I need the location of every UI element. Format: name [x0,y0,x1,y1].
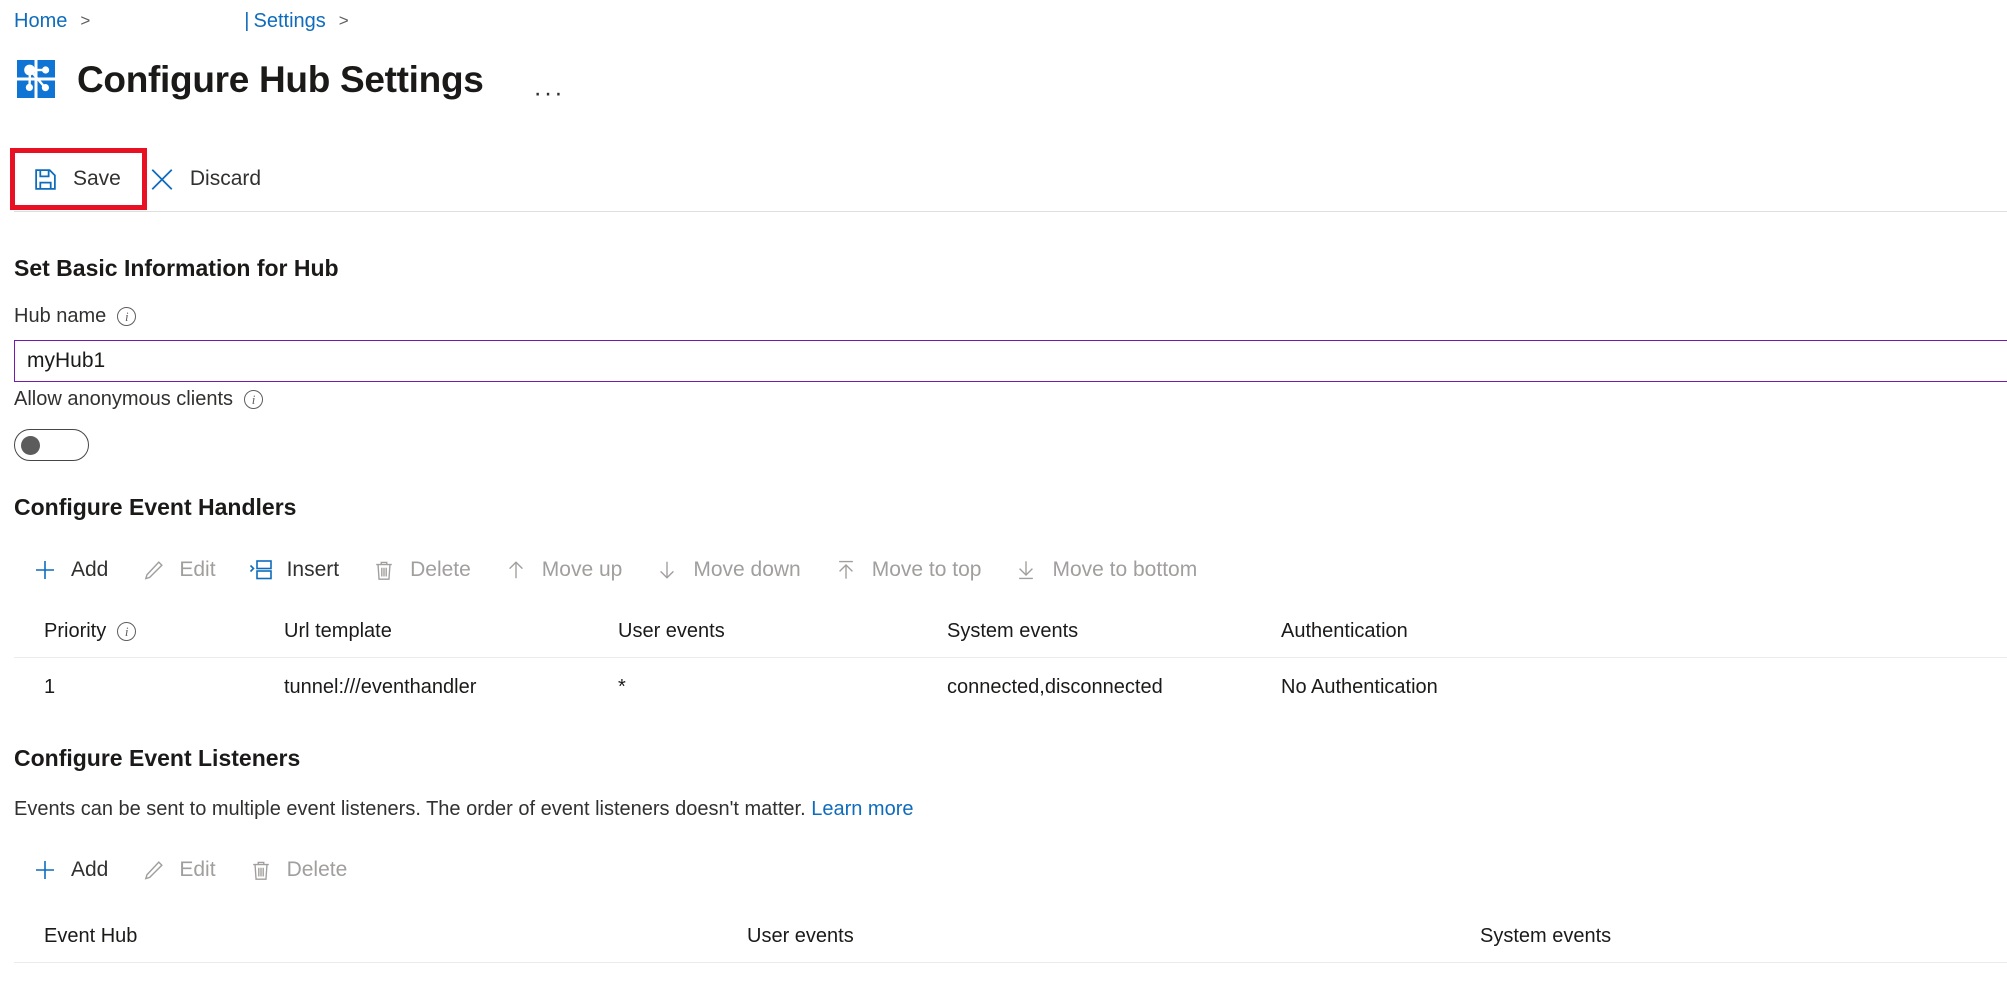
web-pubsub-icon [16,59,56,99]
event-handlers-heading: Configure Event Handlers [14,494,296,521]
table-header-rule [14,962,2007,963]
breadcrumb: Home > | Settings > [14,4,361,38]
plus-icon [32,857,58,883]
column-header-authentication: Authentication [1281,620,1681,643]
info-icon[interactable]: i [117,307,136,326]
info-icon[interactable]: i [244,390,263,409]
breadcrumb-item-home[interactable]: Home [14,10,67,33]
command-bar: Save Discard [0,148,2007,210]
save-icon [32,166,58,192]
event-handlers-move-to-top-button[interactable]: Move to top [817,548,998,592]
event-handlers-move-to-bottom-button[interactable]: Move to bottom [997,548,1213,592]
event-listeners-add-label: Add [71,858,108,882]
event-listeners-description-text: Events can be sent to multiple event lis… [14,798,806,820]
event-listeners-table: Event Hub User events System events [14,910,2007,963]
event-handlers-edit-label: Edit [179,558,215,582]
event-handlers-move-to-bottom-label: Move to bottom [1052,558,1197,582]
event-handlers-move-to-top-label: Move to top [872,558,982,582]
pencil-icon [140,557,166,583]
info-icon[interactable]: i [117,622,136,641]
command-bar-divider [14,211,2007,212]
chevron-right-icon: > [80,11,90,31]
event-listeners-toolbar: Add Edit Delete [16,848,363,892]
save-button[interactable]: Save [18,155,135,203]
learn-more-link[interactable]: Learn more [811,798,913,820]
arrow-to-top-icon [833,557,859,583]
event-listeners-description: Events can be sent to multiple event lis… [14,798,914,821]
discard-button[interactable]: Discard [135,155,275,203]
pencil-icon [140,857,166,883]
event-handlers-move-up-button[interactable]: Move up [487,548,639,592]
allow-anonymous-toggle[interactable] [14,429,89,461]
arrow-up-icon [503,557,529,583]
column-header-user-events: User events [747,925,1480,948]
basic-info-heading: Set Basic Information for Hub [14,255,339,282]
table-row[interactable]: 1 tunnel:///eventhandler * connected,dis… [14,658,2007,716]
event-handlers-table: Priority i Url template User events Syst… [14,605,2007,716]
allow-anonymous-label: Allow anonymous clients i [14,388,263,411]
close-icon [149,166,175,192]
cell-priority: 1 [14,676,284,699]
column-header-url-template: Url template [284,620,618,643]
cell-authentication: No Authentication [1281,676,1681,699]
event-handlers-delete-label: Delete [410,558,471,582]
event-handlers-toolbar: Add Edit Insert Delete [16,548,1213,592]
insert-icon [248,557,274,583]
plus-icon [32,557,58,583]
column-header-event-hub: Event Hub [14,925,747,948]
trash-icon [248,857,274,883]
event-listeners-edit-button[interactable]: Edit [124,848,231,892]
event-listeners-edit-label: Edit [179,858,215,882]
hub-name-input[interactable] [14,340,2007,382]
column-header-system-events: System events [1480,925,1980,948]
event-handlers-move-up-label: Move up [542,558,623,582]
event-listeners-heading: Configure Event Listeners [14,745,300,772]
discard-button-label: Discard [190,167,261,191]
arrow-down-icon [654,557,680,583]
event-handlers-move-down-button[interactable]: Move down [638,548,816,592]
event-listeners-add-button[interactable]: Add [16,848,124,892]
column-header-priority: Priority i [14,620,284,643]
breadcrumb-item-settings[interactable]: Settings [254,10,326,33]
hub-name-label-text: Hub name [14,305,106,328]
page-title: Configure Hub Settings [77,61,484,98]
chevron-right-icon-2: > [339,11,349,31]
event-listeners-delete-label: Delete [287,858,348,882]
event-handlers-edit-button[interactable]: Edit [124,548,231,592]
column-header-user-events: User events [618,620,947,643]
more-options-button[interactable]: ··· [530,81,569,106]
event-handlers-insert-label: Insert [287,558,340,582]
table-header-row: Event Hub User events System events [14,910,2007,962]
toggle-knob [21,436,40,455]
cell-url-template: tunnel:///eventhandler [284,676,618,699]
cell-system-events: connected,disconnected [947,676,1281,699]
table-header-row: Priority i Url template User events Syst… [14,605,2007,657]
page-header: Configure Hub Settings ··· [16,50,569,108]
arrow-to-bottom-icon [1013,557,1039,583]
event-handlers-delete-button[interactable]: Delete [355,548,487,592]
event-listeners-delete-button[interactable]: Delete [232,848,364,892]
allow-anonymous-label-text: Allow anonymous clients [14,388,233,411]
cell-user-events: * [618,676,947,699]
trash-icon [371,557,397,583]
event-handlers-add-label: Add [71,558,108,582]
column-header-system-events: System events [947,620,1281,643]
event-handlers-insert-button[interactable]: Insert [232,548,356,592]
save-button-label: Save [73,167,121,191]
event-handlers-move-down-label: Move down [693,558,800,582]
event-handlers-add-button[interactable]: Add [16,548,124,592]
column-header-priority-label: Priority [44,620,106,643]
breadcrumb-pipe: | [244,10,249,33]
hub-name-label: Hub name i [14,305,136,328]
